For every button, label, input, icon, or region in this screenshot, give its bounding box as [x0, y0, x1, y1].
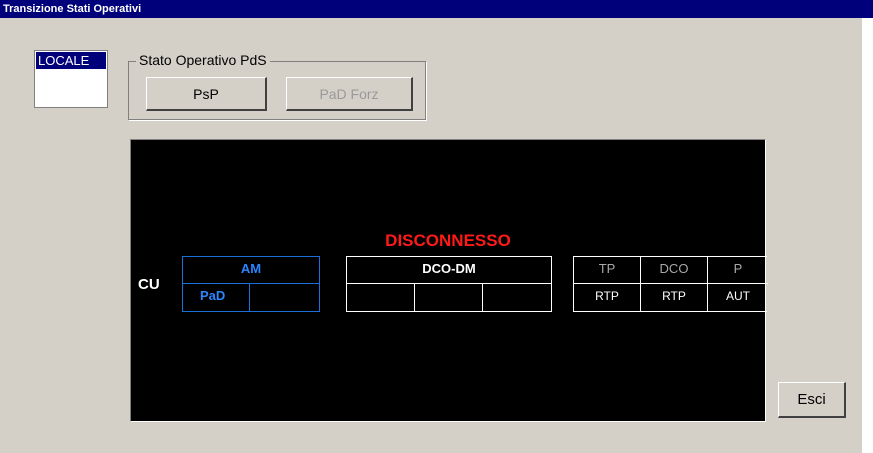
dco-dm-box: DCO-DM [346, 256, 552, 312]
tp-header: TP [574, 257, 641, 284]
dco-value: RTP [641, 284, 708, 311]
am-title: AM [183, 257, 319, 284]
connection-status-text: DISCONNESSO [385, 231, 511, 250]
mode-item-locale[interactable]: LOCALE [36, 52, 106, 69]
am-cell-pad: PaD [183, 284, 250, 311]
am-cell-empty [250, 284, 319, 311]
tp-dco-p-box: TP DCO P RTP RTP AUT [573, 256, 768, 312]
esci-button[interactable]: Esci [778, 382, 846, 418]
dco-dm-cell [347, 284, 415, 311]
window-title: Transizione Stati Operativi [0, 0, 873, 18]
stato-operativo-legend: Stato Operativo PdS [136, 52, 270, 68]
p-header: P [708, 257, 768, 284]
window-edge [862, 18, 873, 453]
am-box: AM PaD [182, 256, 320, 312]
transizione-stati-window: Transizione Stati Operativi LOCALE Stato… [0, 0, 873, 453]
tp-value: RTP [574, 284, 641, 311]
dco-dm-title: DCO-DM [347, 257, 551, 284]
pad-forz-button[interactable]: PaD Forz [286, 77, 413, 111]
cu-label: CU [138, 276, 160, 293]
psp-button[interactable]: PsP [146, 77, 267, 111]
dco-dm-cell [415, 284, 483, 311]
mode-listbox[interactable]: LOCALE [34, 50, 108, 108]
dco-header: DCO [641, 257, 708, 284]
dco-dm-cell [483, 284, 551, 311]
status-panel: DISCONNESSO CU AM PaD DCO-DM TP DCO P RT… [130, 139, 768, 422]
p-value: AUT [726, 289, 750, 303]
